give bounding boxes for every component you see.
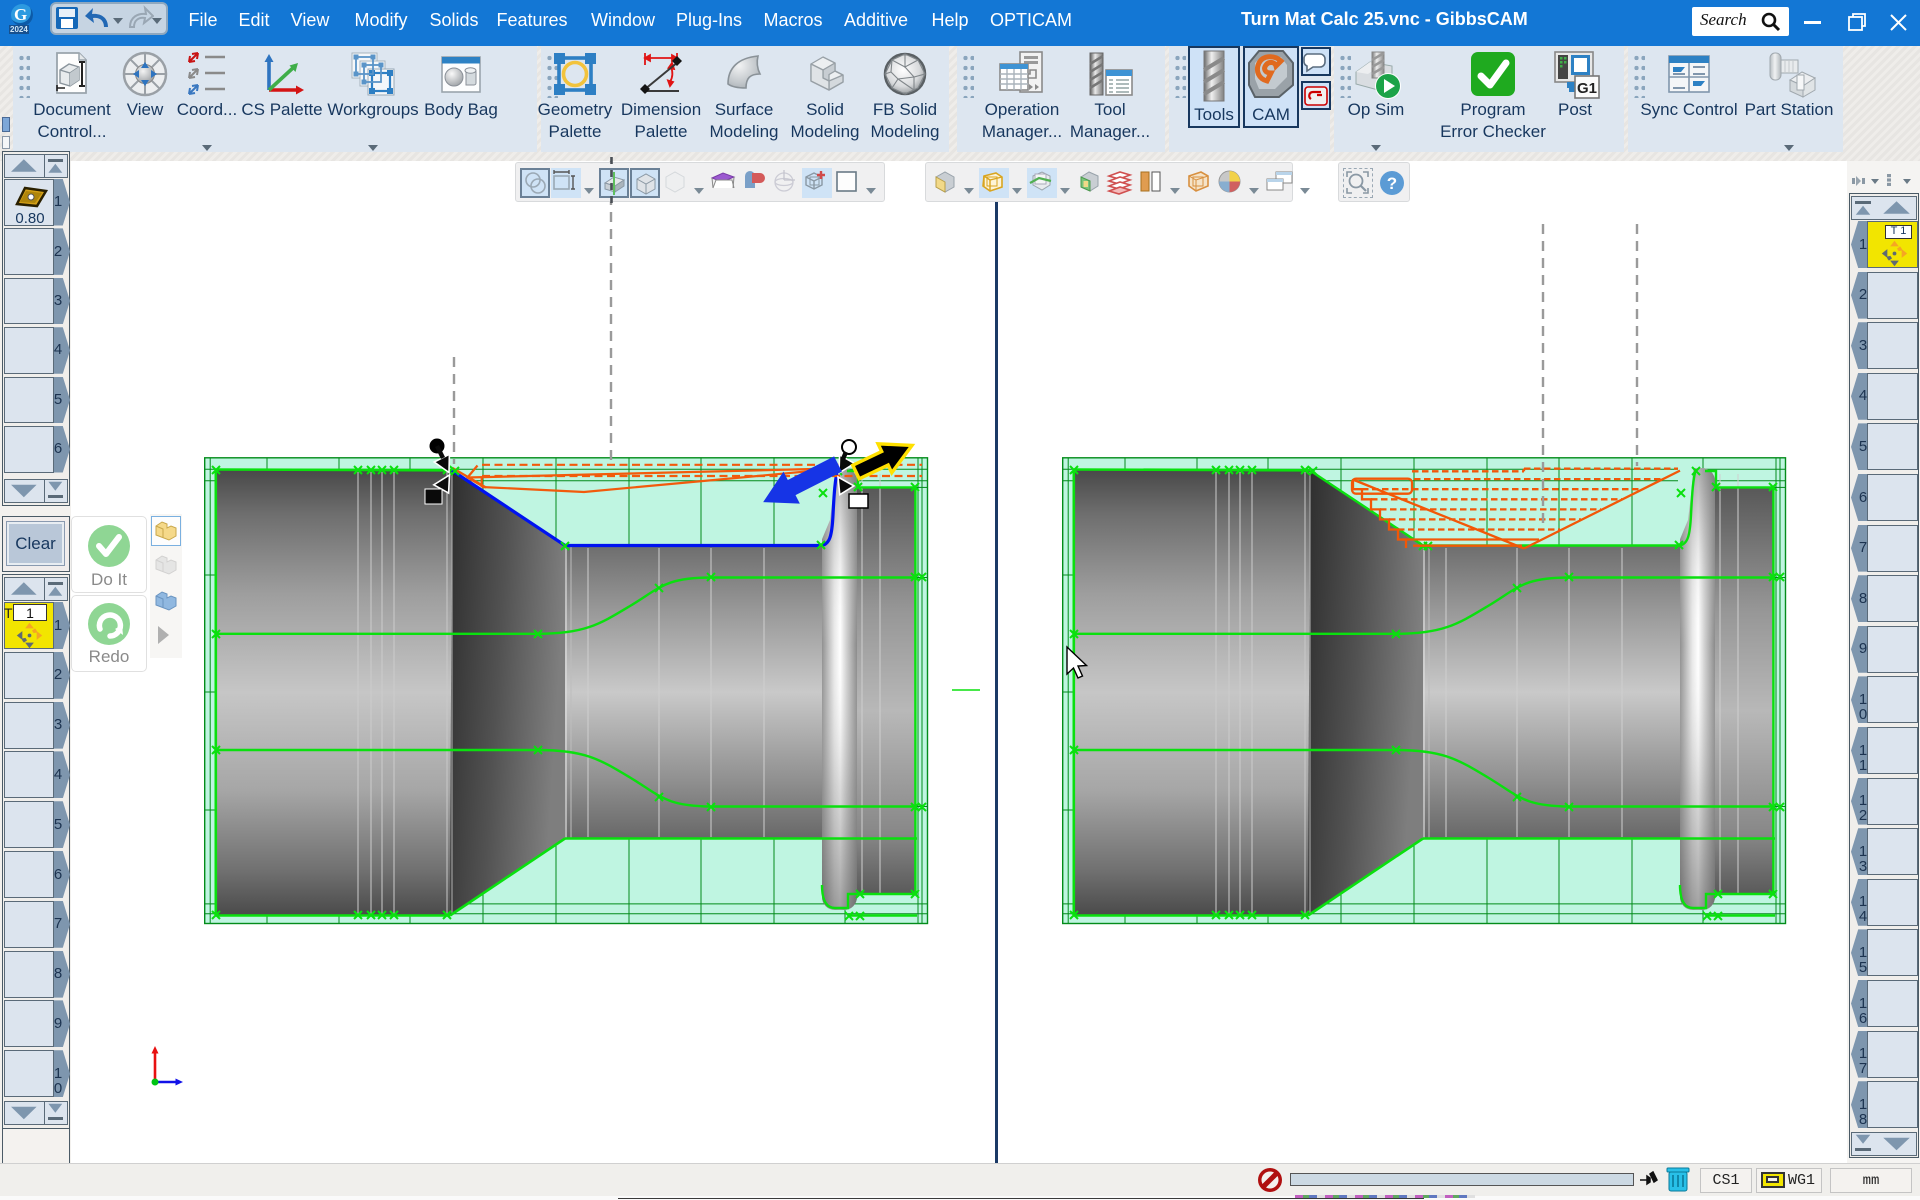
svg-text:?: ? <box>1387 174 1397 193</box>
